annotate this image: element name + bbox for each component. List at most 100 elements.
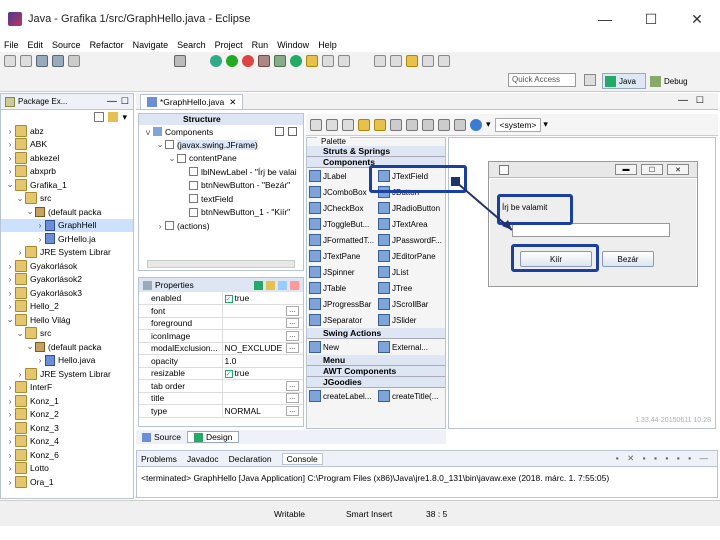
chevron-right-icon[interactable]: › [5, 423, 15, 433]
chevron-down-icon[interactable]: ⌄ [15, 193, 25, 204]
view-menu-icon[interactable]: ▾ [122, 112, 127, 123]
palette-item[interactable]: JTextArea [376, 216, 445, 232]
structure-node[interactable]: › (actions) [139, 219, 303, 233]
paste-icon[interactable] [422, 118, 434, 131]
new-java-project-icon[interactable] [258, 55, 270, 67]
palette-item[interactable]: JToggleBut... [307, 216, 376, 232]
tree-item[interactable]: › ABK [1, 138, 133, 152]
tree-item[interactable]: ⌄ src [1, 192, 133, 206]
menu-source[interactable]: Source [52, 40, 81, 50]
editor-tab-graphhello[interactable]: *GraphHello.java ✕ [140, 94, 244, 109]
run-icon[interactable] [226, 55, 238, 67]
menu-refactor[interactable]: Refactor [90, 40, 124, 50]
structure-node[interactable]: ⌄ (javax.swing.JFrame) [139, 138, 303, 152]
tree-item[interactable]: › abxprb [1, 165, 133, 179]
copy-icon[interactable] [406, 118, 418, 131]
property-value[interactable]: NORMAL… [221, 404, 303, 418]
property-value[interactable]: NO_EXCLUDE… [221, 342, 303, 355]
console-tab[interactable]: Console [281, 452, 323, 465]
palette-item[interactable]: JEditorPane [376, 248, 445, 264]
maximize-button[interactable]: ☐ [628, 0, 674, 38]
chevron-right-icon[interactable]: › [35, 220, 45, 230]
menu-file[interactable]: File [4, 40, 19, 50]
external-tools-icon[interactable] [242, 55, 254, 67]
menu-window[interactable]: Window [277, 40, 309, 50]
chevron-right-icon[interactable]: › [5, 166, 15, 176]
chevron-right-icon[interactable]: › [5, 288, 15, 298]
declaration-tab[interactable]: Declaration [229, 454, 272, 464]
structure-node[interactable]: ⌄ contentPane [139, 152, 303, 166]
tree-item[interactable]: › Hello_2 [1, 300, 133, 314]
property-value[interactable]: ✓ true [221, 367, 303, 380]
property-value[interactable]: … [221, 379, 303, 393]
edit-property-button[interactable]: … [286, 380, 299, 391]
preview-icon[interactable] [326, 118, 338, 131]
back-icon[interactable] [422, 55, 434, 67]
delete-icon[interactable] [438, 118, 450, 131]
tree-item[interactable]: › Konz_3 [1, 421, 133, 435]
chevron-right-icon[interactable]: › [155, 221, 165, 231]
editor-maximize-icon[interactable]: ☐ [696, 95, 704, 106]
property-row[interactable]: title… [139, 392, 303, 405]
tree-item[interactable]: › InterF [1, 381, 133, 395]
collapse-all-icon[interactable] [94, 112, 105, 122]
test-gui-icon[interactable] [342, 118, 354, 131]
palette-group-header[interactable]: JGoodies [307, 377, 445, 388]
structure-node[interactable]: btnNewButton - "Bezár" [139, 179, 303, 193]
palette-group-header[interactable]: AWT Components [307, 366, 445, 377]
last-edit-icon[interactable] [406, 55, 418, 67]
align-icon[interactable] [454, 118, 466, 131]
new-class-icon[interactable] [290, 55, 302, 67]
structure-node[interactable]: textField [139, 192, 303, 206]
tree-item[interactable]: › Hello.java [1, 354, 133, 368]
perspective-debug[interactable]: Debug [650, 73, 696, 89]
new-dropdown-icon[interactable] [20, 55, 32, 67]
minimize-button[interactable]: — [582, 0, 628, 38]
palette-item[interactable]: New [307, 339, 376, 355]
tree-item[interactable]: › Gyakorlások2 [1, 273, 133, 287]
menu-run[interactable]: Run [252, 40, 269, 50]
redo-icon[interactable] [374, 118, 386, 131]
save-icon[interactable] [36, 55, 48, 67]
palette-item[interactable]: JSlider [376, 312, 445, 328]
property-row[interactable]: tab order… [139, 379, 303, 393]
problems-tab[interactable]: Problems [141, 454, 177, 464]
chevron-down-icon[interactable]: ⌄ [155, 139, 165, 150]
tree-item[interactable]: › Konz_1 [1, 394, 133, 408]
checkbox-icon[interactable]: ✓ [224, 295, 233, 303]
menu-edit[interactable]: Edit [28, 40, 44, 50]
palette-item[interactable]: JList [376, 264, 445, 280]
source-tab[interactable]: Source [136, 432, 187, 442]
tree-item[interactable]: › Lotto [1, 462, 133, 476]
tree-item[interactable]: › Konz_2 [1, 408, 133, 422]
chevron-right-icon[interactable]: › [5, 139, 15, 149]
tree-item[interactable]: › abkezel [1, 151, 133, 165]
palette-item[interactable]: JTree [376, 280, 445, 296]
quick-access-input[interactable]: Quick Access [508, 73, 576, 87]
tree-item[interactable]: › Konz_6 [1, 448, 133, 462]
chevron-right-icon[interactable]: › [5, 477, 15, 487]
chevron-down-icon[interactable]: ⌄ [167, 153, 177, 164]
tree-item[interactable]: ⌄ (default packa [1, 340, 133, 354]
tree-item[interactable]: ⌄ src [1, 327, 133, 341]
chevron-right-icon[interactable]: › [5, 436, 15, 446]
property-value[interactable]: … [221, 317, 303, 330]
show-events-icon[interactable] [254, 280, 263, 290]
package-explorer-tab[interactable]: Package Ex... — ☐ [1, 94, 133, 110]
prev-annotation-icon[interactable] [390, 55, 402, 67]
cut-icon[interactable] [390, 118, 402, 131]
chevron-right-icon[interactable]: › [15, 247, 25, 257]
chevron-right-icon[interactable]: › [5, 126, 15, 136]
palette-item[interactable]: JCheckBox [307, 200, 376, 216]
chevron-right-icon[interactable]: › [5, 301, 15, 311]
chevron-right-icon[interactable]: › [5, 463, 15, 473]
property-value[interactable]: ✓ true [221, 292, 303, 305]
chevron-down-icon[interactable]: ⌄ [5, 314, 15, 325]
minimize-view-icon[interactable]: — [107, 96, 117, 107]
edit-property-button[interactable]: … [286, 318, 299, 329]
new-package-icon[interactable] [274, 55, 286, 67]
property-value[interactable]: … [221, 392, 303, 405]
menu-help[interactable]: Help [318, 40, 337, 50]
chevron-right-icon[interactable]: › [5, 261, 15, 271]
palette-item[interactable]: JTable [307, 280, 376, 296]
